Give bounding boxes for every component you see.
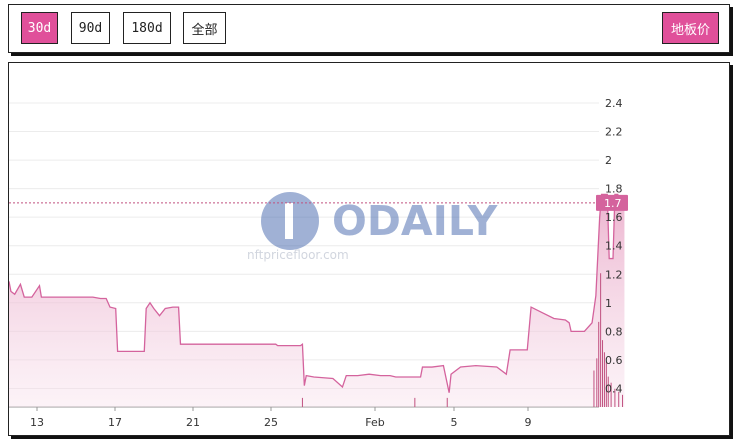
range-180d-button[interactable]: 180d: [123, 12, 171, 44]
floor-price-button[interactable]: 地板价: [662, 12, 719, 44]
y-tick-label: 1.8: [605, 183, 623, 196]
x-tick-label: 9: [525, 416, 532, 429]
x-tick-label: 5: [451, 416, 458, 429]
x-tick-label: 13: [30, 416, 44, 429]
x-axis: 13 17 21 25 Feb 5 9: [30, 407, 532, 429]
y-tick-label: 2: [605, 154, 612, 167]
chart-panel: ODAILY nftpricefloor.com 0.4 0.6 0.8 1 1.2 1.…: [8, 62, 730, 436]
range-toolbar: 30d 90d 180d 全部 地板价: [8, 4, 730, 53]
watermark-site: nftpricefloor.com: [247, 248, 349, 262]
y-tick-label: 0.4: [605, 382, 623, 395]
current-value-label: 1.7: [604, 197, 622, 210]
range-90d-button[interactable]: 90d: [71, 12, 110, 44]
y-tick-label: 2.4: [605, 97, 623, 110]
watermark: ODAILY nftpricefloor.com: [247, 192, 499, 262]
y-tick-label: 1.6: [605, 211, 623, 224]
y-tick-label: 1.4: [605, 240, 623, 253]
x-tick-label: Feb: [365, 416, 384, 429]
y-tick-label: 2.2: [605, 126, 623, 139]
y-tick-label: 1.2: [605, 268, 623, 281]
floor-price-chart: ODAILY nftpricefloor.com 0.4 0.6 0.8 1 1.2 1.…: [9, 97, 628, 429]
range-all-button[interactable]: 全部: [183, 12, 226, 44]
y-tick-label: 1: [605, 297, 612, 310]
x-tick-label: 17: [108, 416, 122, 429]
x-tick-label: 21: [186, 416, 200, 429]
odaily-logo-bar: [285, 203, 293, 239]
watermark-brand: ODAILY: [332, 197, 499, 245]
current-value-tag: 1.7: [596, 194, 628, 211]
x-tick-label: 25: [264, 416, 278, 429]
range-30d-button[interactable]: 30d: [21, 12, 58, 44]
y-tick-label: 0.8: [605, 325, 623, 338]
y-tick-label: 0.6: [605, 354, 623, 367]
